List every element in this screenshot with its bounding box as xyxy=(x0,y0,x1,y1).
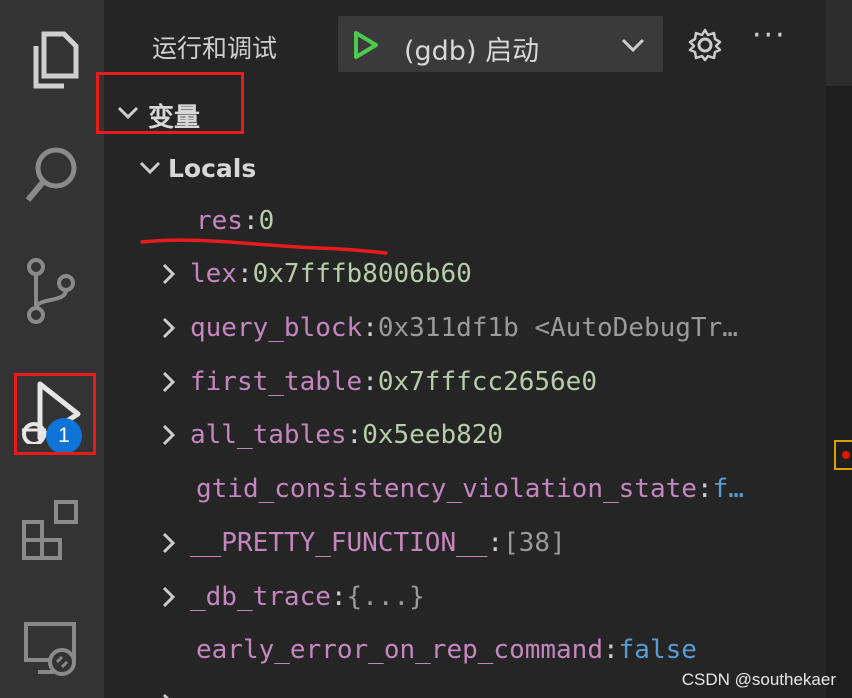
extensions-button[interactable] xyxy=(0,478,104,582)
variable-name: first_table xyxy=(190,367,363,397)
files-icon xyxy=(22,28,82,92)
variable-value: {...} xyxy=(346,582,425,612)
search-button[interactable] xyxy=(0,124,104,228)
editor-area xyxy=(826,0,852,698)
variable-name: __PRETTY_FUNCTION__ xyxy=(190,528,488,558)
start-debugging-icon[interactable] xyxy=(352,30,380,64)
extensions-icon xyxy=(20,498,84,562)
variable-value: 0 xyxy=(258,206,275,236)
variable-row[interactable]: all_tables: 0x5eeb820 xyxy=(160,413,503,457)
chevron-right-icon xyxy=(160,585,190,609)
remote-explorer-button[interactable] xyxy=(0,596,104,698)
launch-config-dropdown[interactable]: (gdb) 启动 xyxy=(338,16,663,72)
variable-name: res xyxy=(196,206,243,236)
source-control-icon xyxy=(22,257,82,327)
variable-row[interactable]: lex: 0x7fffb8006b60 xyxy=(160,252,472,296)
variable-row[interactable]: _db_trace: {...} xyxy=(160,575,425,619)
annotation-box-variables xyxy=(96,72,244,134)
activity-bar: 1 xyxy=(0,0,104,698)
chevron-right-icon xyxy=(160,423,190,447)
variable-value: 0x7fffcc2656e0 xyxy=(377,367,597,397)
annotation-underline xyxy=(140,238,388,255)
variable-row[interactable]: first_table: 0x7fffcc2656e0 xyxy=(160,360,597,404)
launch-config-label: (gdb) 启动 xyxy=(404,36,540,67)
variable-value: 0x5eeb820 xyxy=(362,420,504,450)
chevron-down-icon xyxy=(620,36,646,58)
variable-value: false xyxy=(618,635,697,665)
variable-name: gtid_consistency_violation_state xyxy=(196,474,697,504)
watermark: CSDN @southekaer xyxy=(681,670,836,689)
variable-name: early_error_on_rep_command xyxy=(196,635,603,665)
explorer-button[interactable] xyxy=(0,8,104,112)
scope-locals[interactable]: Locals xyxy=(138,146,256,190)
variable-name: all_tables xyxy=(190,420,347,450)
source-control-button[interactable] xyxy=(0,240,104,344)
variable-row-partial[interactable] xyxy=(160,682,190,698)
variable-value: [38] xyxy=(503,528,566,558)
variable-row[interactable]: early_error_on_rep_command: false xyxy=(166,628,697,672)
variable-row[interactable]: gtid_consistency_violation_state: f… xyxy=(166,467,744,511)
annotation-box-run-debug xyxy=(14,373,96,455)
variable-name: lex xyxy=(190,259,237,289)
breakpoint-icon[interactable] xyxy=(842,451,850,459)
more-actions-icon[interactable]: ··· xyxy=(752,18,787,53)
variable-row[interactable]: query_block: 0x311df1b <AutoDebugTr… xyxy=(160,306,738,350)
scope-label: Locals xyxy=(168,153,257,183)
variable-value: 0x311df1b <AutoDebugTr… xyxy=(377,313,738,343)
chevron-right-icon xyxy=(160,692,190,698)
remote-explorer-icon xyxy=(20,616,84,680)
editor-tab-bar xyxy=(826,0,852,86)
sidebar-title: 运行和调试 xyxy=(152,34,278,63)
chevron-right-icon xyxy=(160,262,190,286)
variable-value: 0x7fffb8006b60 xyxy=(252,259,472,289)
gear-icon[interactable] xyxy=(688,28,722,66)
variable-value: f… xyxy=(712,474,744,504)
search-icon xyxy=(22,144,82,208)
variable-row[interactable]: __PRETTY_FUNCTION__: [38] xyxy=(160,521,566,565)
chevron-right-icon xyxy=(160,316,190,340)
chevron-right-icon xyxy=(160,370,190,394)
variable-name: query_block xyxy=(190,313,363,343)
variable-name: _db_trace xyxy=(190,582,331,612)
chevron-down-icon xyxy=(138,160,168,176)
chevron-right-icon xyxy=(160,531,190,555)
